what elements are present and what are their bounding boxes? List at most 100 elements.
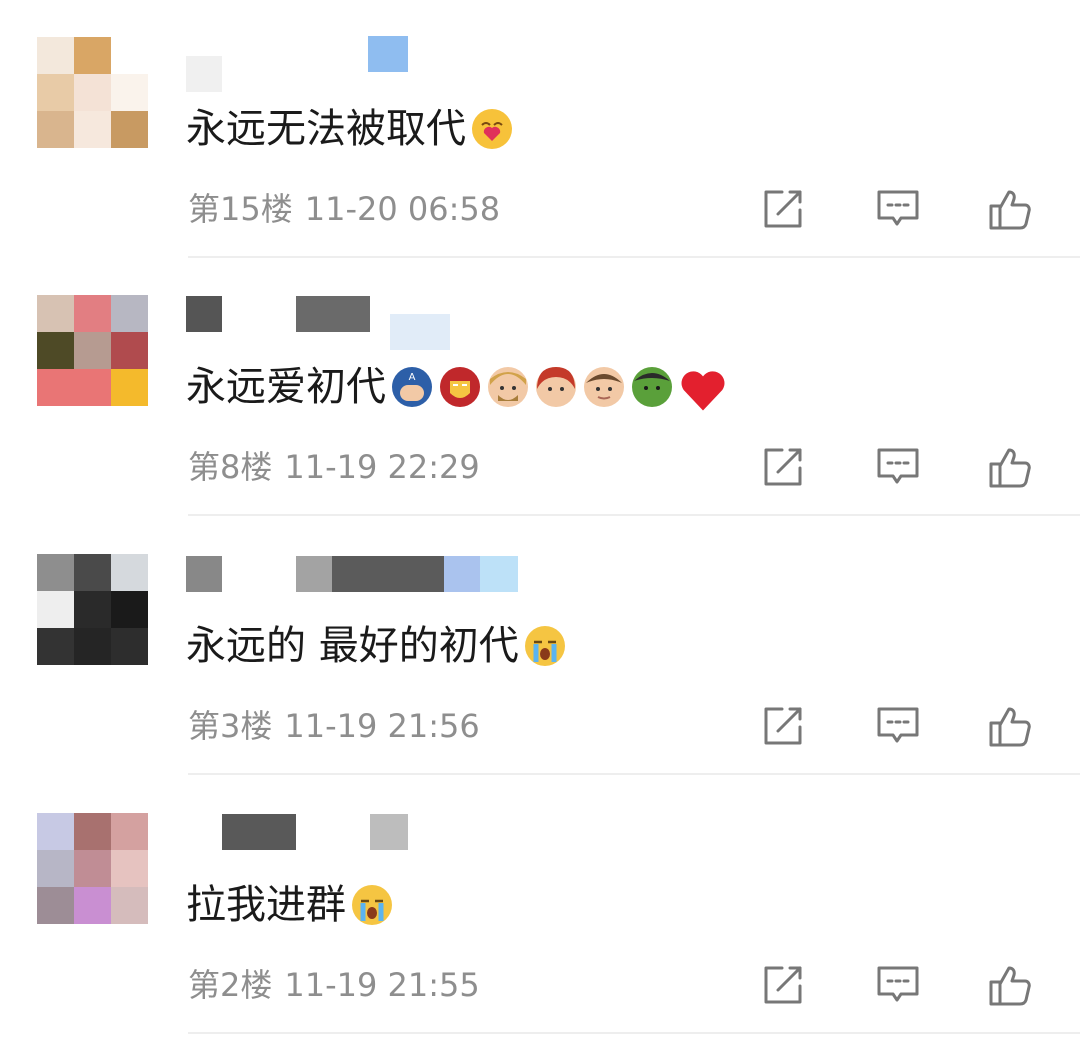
- avatar-pixel: [37, 74, 74, 111]
- like-button[interactable]: [987, 186, 1033, 232]
- share-button[interactable]: [760, 186, 806, 232]
- avatar-pixel: [37, 332, 74, 369]
- username-mosaic-block: [368, 36, 408, 72]
- username-mosaic-block: [390, 314, 450, 350]
- username-mosaic-block: [186, 556, 222, 592]
- avatar-pixel: [111, 591, 148, 628]
- avatar-pixel: [74, 37, 111, 74]
- username-mosaic-block: [370, 814, 408, 850]
- share-button[interactable]: [760, 962, 806, 1008]
- username-mosaic-block: [444, 556, 480, 592]
- timestamp: 11-19 21:56: [284, 707, 480, 745]
- comment-body: 永远爱初代: [186, 364, 386, 410]
- floor-number: 第2楼: [188, 966, 273, 1004]
- avatar-pixel: [37, 628, 74, 665]
- avatar-pixel: [74, 74, 111, 111]
- avatar-pixel: [37, 591, 74, 628]
- divider: [188, 773, 1080, 775]
- divider: [188, 514, 1080, 516]
- comment-text: 永远无法被取代: [186, 101, 514, 157]
- avatar-pixel: [37, 850, 74, 887]
- comment-item[interactable]: 永远爱初代 A 第8楼 11-19 22:29: [0, 258, 1080, 516]
- thumbs-up-icon: [987, 186, 1033, 232]
- share-icon: [760, 962, 806, 1008]
- timestamp: 11-20 06:58: [304, 190, 501, 228]
- timestamp: 11-19 21:55: [284, 966, 480, 1004]
- username-mosaic-block: [186, 296, 222, 332]
- username-mosaic-block: [296, 556, 332, 592]
- iron-man-emoji: [438, 365, 482, 409]
- avatar-pixel: [111, 850, 148, 887]
- avatar-pixel: [111, 111, 148, 148]
- comment-text: 永远的 最好的初代: [186, 618, 567, 674]
- username-mosaic-block: [296, 296, 370, 332]
- comment-body: 永远的 最好的初代: [186, 623, 519, 669]
- avatar-pixel: [111, 332, 148, 369]
- divider: [188, 1032, 1080, 1034]
- share-button[interactable]: [760, 444, 806, 490]
- thumbs-up-icon: [987, 444, 1033, 490]
- comment-text: 拉我进群: [186, 877, 394, 933]
- like-button[interactable]: [987, 962, 1033, 1008]
- avatar-pixel: [74, 369, 111, 406]
- username-mosaic-block: [186, 56, 222, 92]
- avatar-pixel: [74, 628, 111, 665]
- avatar-pixel: [74, 887, 111, 924]
- avatar-pixel: [37, 37, 74, 74]
- share-icon: [760, 186, 806, 232]
- comment-icon: [875, 962, 921, 1008]
- floor-number: 第15楼: [188, 190, 293, 228]
- comment-text: 永远爱初代 A: [186, 359, 725, 415]
- svg-text:A: A: [409, 372, 416, 383]
- captain-america-emoji: A: [390, 365, 434, 409]
- avatar-pixel: [111, 628, 148, 665]
- username-mosaic-block: [480, 556, 518, 592]
- comment-meta: 第8楼 11-19 22:29: [188, 445, 492, 489]
- reply-button[interactable]: [875, 186, 921, 232]
- avatar-pixel: [74, 813, 111, 850]
- avatar-pixel: [74, 111, 111, 148]
- comment-item[interactable]: 永远无法被取代第15楼 11-20 06:58: [0, 0, 1080, 258]
- comment-item[interactable]: 拉我进群第2楼 11-19 21:55: [0, 776, 1080, 1034]
- comment-body: 永远无法被取代: [186, 106, 466, 152]
- comment-icon: [875, 186, 921, 232]
- avatar-pixel: [37, 295, 74, 332]
- like-button[interactable]: [987, 444, 1033, 490]
- avatar-pixel: [111, 74, 148, 111]
- avatar-pixel: [74, 332, 111, 369]
- username-mosaic-block: [222, 814, 296, 850]
- thumbs-up-icon: [987, 703, 1033, 749]
- avatar[interactable]: [37, 37, 148, 148]
- comment-icon: [875, 703, 921, 749]
- thor-emoji: [486, 365, 530, 409]
- avatar-pixel: [37, 887, 74, 924]
- thumbs-up-icon: [987, 962, 1033, 1008]
- avatar-pixel: [37, 813, 74, 850]
- avatar-pixel: [74, 295, 111, 332]
- like-button[interactable]: [987, 703, 1033, 749]
- hulk-emoji: [630, 365, 674, 409]
- reply-button[interactable]: [875, 444, 921, 490]
- avatar[interactable]: [37, 554, 148, 665]
- username-mosaic-block: [332, 556, 444, 592]
- avatar-pixel: [111, 369, 148, 406]
- reply-button[interactable]: [875, 703, 921, 749]
- heart-hug-emoji: [470, 107, 514, 151]
- comment-item[interactable]: 永远的 最好的初代 第3楼 11-19 21:56: [0, 517, 1080, 775]
- avatar-pixel: [74, 591, 111, 628]
- comment-meta: 第2楼 11-19 21:55: [188, 963, 492, 1007]
- avatar-pixel: [111, 37, 148, 74]
- reply-button[interactable]: [875, 962, 921, 1008]
- avatar-pixel: [74, 554, 111, 591]
- hawkeye-emoji: [582, 365, 626, 409]
- comment-meta: 第15楼 11-20 06:58: [188, 187, 512, 231]
- red-heart-emoji: [678, 365, 725, 411]
- loudly-crying-emoji: [350, 883, 394, 927]
- avatar[interactable]: [37, 295, 148, 406]
- avatar-pixel: [111, 813, 148, 850]
- floor-number: 第8楼: [188, 448, 273, 486]
- loudly-crying-emoji: [523, 624, 567, 668]
- avatar[interactable]: [37, 813, 148, 924]
- avatar-pixel: [111, 295, 148, 332]
- share-button[interactable]: [760, 703, 806, 749]
